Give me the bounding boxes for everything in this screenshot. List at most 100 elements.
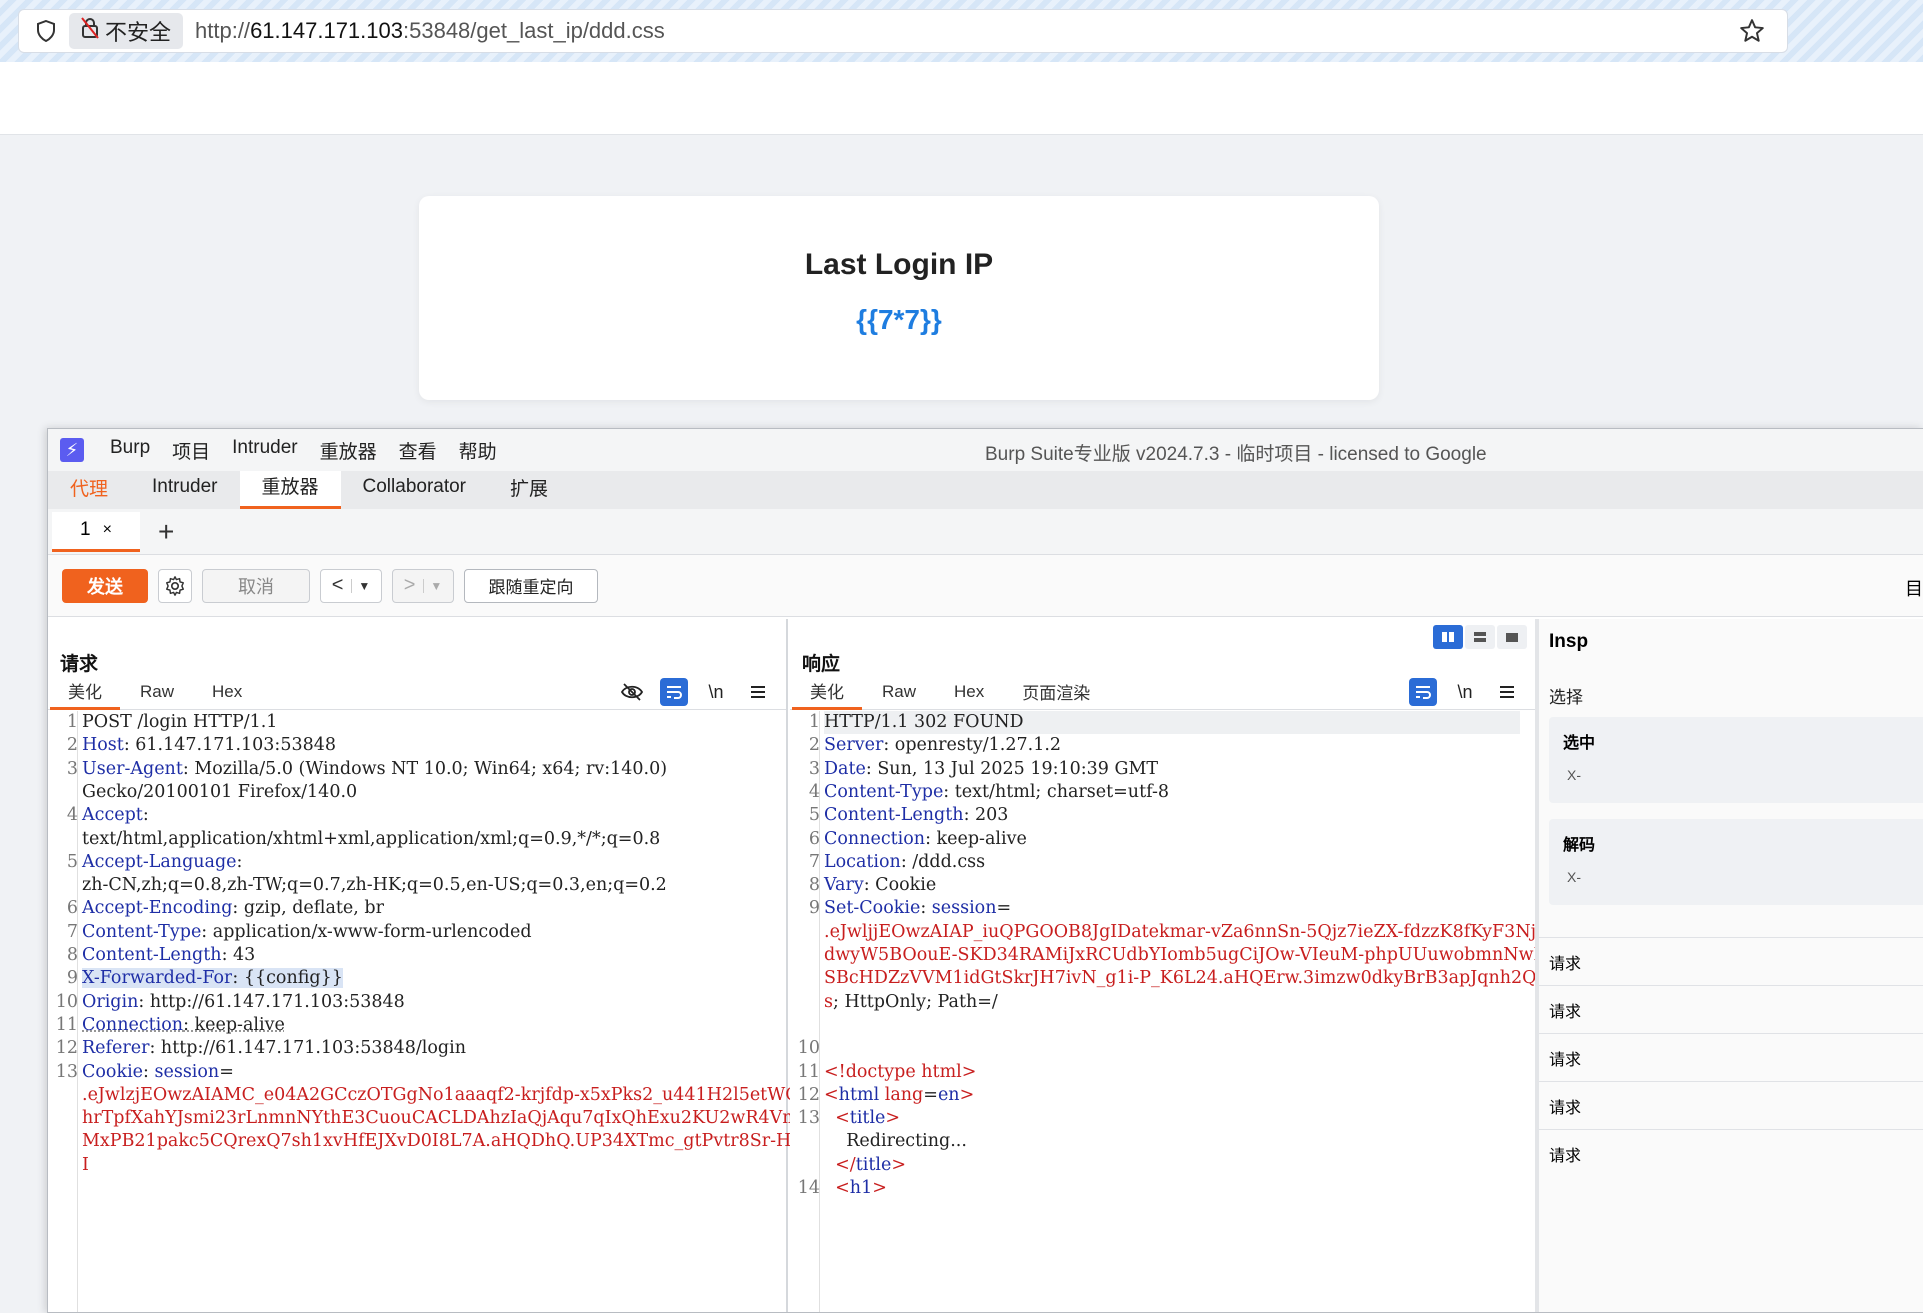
code-line[interactable]: User-Agent: Mozilla/5.0 (Windows NT 10.0… <box>82 758 667 781</box>
code-line[interactable]: Connection: keep-alive <box>824 828 1027 851</box>
tab-raw[interactable]: Raw <box>864 674 934 710</box>
code-line[interactable]: Gecko/20100101 Firefox/140.0 <box>82 781 357 804</box>
tab-hex[interactable]: Hex <box>194 674 260 710</box>
code-line[interactable]: s; HttpOnly; Path=/ <box>824 991 998 1014</box>
code-line[interactable]: Origin: http://61.147.171.103:53848 <box>82 991 405 1014</box>
menu-project[interactable]: 项目 <box>172 437 210 464</box>
newline-icon[interactable]: \n <box>702 678 730 706</box>
line-number: 13 <box>55 1061 78 1082</box>
code-line[interactable]: <h1> <box>824 1177 887 1200</box>
layout-tabbed-icon[interactable] <box>1497 625 1527 649</box>
tab-render[interactable]: 页面渲染 <box>1004 674 1108 710</box>
tab-repeater[interactable]: 重放器 <box>239 471 341 509</box>
code-token: html <box>838 1084 880 1105</box>
code-token: Content-Type <box>824 781 944 802</box>
code-line[interactable]: POST /login HTTP/1.1 <box>82 711 277 734</box>
code-line[interactable]: Set-Cookie: session= <box>824 897 1011 920</box>
wrap-lines-icon[interactable] <box>660 678 688 706</box>
newline-icon[interactable]: \n <box>1451 678 1479 706</box>
add-tab-icon[interactable]: + <box>158 516 174 548</box>
code-line[interactable]: HTTP/1.1 302 FOUND <box>824 711 1520 735</box>
close-icon[interactable]: × <box>103 521 112 539</box>
tab-proxy[interactable]: 代理 <box>48 471 130 509</box>
gear-icon[interactable] <box>158 568 192 603</box>
layout-split-icon[interactable] <box>1433 625 1463 649</box>
menu-icon[interactable] <box>744 678 772 706</box>
code-line[interactable]: Accept: <box>82 804 149 827</box>
menu-burp[interactable]: Burp <box>110 437 150 464</box>
code-line[interactable]: Referer: http://61.147.171.103:53848/log… <box>82 1037 466 1060</box>
main-tabs: 代理 Intruder 重放器 Collaborator 扩展 <box>48 471 1923 509</box>
code-line[interactable]: SBcHDZzVVM1idGtSkrJH7ivN_g1i-P_K6L24.aHQ… <box>824 967 1584 990</box>
code-line[interactable]: hrTpfXahYJsmi23rLnmnNYthE3CuouCACLDAhzIa… <box>82 1107 877 1130</box>
address-bar[interactable]: 不安全 http://61.147.171.103:53848/get_last… <box>18 9 1788 53</box>
code-line[interactable]: Content-Length: 203 <box>824 804 1008 827</box>
code-line[interactable]: dwyW5BOouE-SKD34RAMiJxRCUdbYIomb5ugCiJOw… <box>824 944 1654 967</box>
code-line[interactable]: <html lang=en> <box>824 1084 974 1107</box>
inspector-row[interactable]: 请求 <box>1539 937 1923 985</box>
code-line[interactable]: <title> <box>824 1107 900 1130</box>
tab-hex[interactable]: Hex <box>936 674 1002 710</box>
code-line[interactable]: Connection: keep-alive <box>82 1014 285 1037</box>
last-login-ip-value: {{7*7}} <box>856 304 942 335</box>
code-line[interactable]: MxPB21pakc5CQrexQ7sh1xvHfEJXvD0I8L7A.aHQ… <box>82 1130 853 1153</box>
menu-icon[interactable] <box>1493 678 1521 706</box>
selected-text-section[interactable]: 选中 X- <box>1549 717 1923 803</box>
code-line[interactable]: Accept-Language: <box>82 851 242 874</box>
code-line[interactable]: X-Forwarded-For: {{config}} <box>82 967 343 990</box>
url-text[interactable]: http://61.147.171.103:53848/get_last_ip/… <box>195 18 665 44</box>
hide-eye-icon[interactable] <box>618 678 646 706</box>
decoded-section[interactable]: 解码 X- <box>1549 819 1923 905</box>
tab-extensions[interactable]: 扩展 <box>488 471 570 509</box>
dropdown-arrow-icon[interactable]: ▼ <box>351 578 370 593</box>
forward-button[interactable]: > ▼ <box>392 568 454 603</box>
inspector-row[interactable]: 请求 <box>1539 1081 1923 1129</box>
code-line[interactable]: Redirecting... <box>824 1130 967 1153</box>
code-token: X-Forwarded-For <box>82 968 233 989</box>
follow-redirect-button[interactable]: 跟随重定向 <box>464 568 598 603</box>
tab-pretty[interactable]: 美化 <box>50 674 120 710</box>
shield-icon[interactable] <box>29 9 63 53</box>
code-line[interactable]: Vary: Cookie <box>824 874 936 897</box>
code-line[interactable]: Cookie: session= <box>82 1061 234 1084</box>
inspector-row[interactable]: 请求 <box>1539 1129 1923 1177</box>
code-line[interactable]: zh-CN,zh;q=0.8,zh-TW;q=0.7,zh-HK;q=0.5,e… <box>82 874 667 897</box>
code-line[interactable]: Content-Type: text/html; charset=utf-8 <box>824 781 1169 804</box>
layout-stacked-icon[interactable] <box>1465 625 1495 649</box>
code-line[interactable]: Host: 61.147.171.103:53848 <box>82 734 336 757</box>
back-button[interactable]: < ▼ <box>320 568 382 603</box>
wrap-lines-icon[interactable] <box>1409 678 1437 706</box>
repeater-subtabs: 1 × + <box>48 509 1923 555</box>
code-line[interactable]: Content-Length: 43 <box>82 944 255 967</box>
code-token: Content-Length <box>824 805 964 826</box>
menu-repeater[interactable]: 重放器 <box>320 437 377 464</box>
security-chip[interactable]: 不安全 <box>69 13 184 49</box>
bookmark-star-icon[interactable] <box>1739 18 1767 46</box>
code-line[interactable]: Location: /ddd.css <box>824 851 985 874</box>
cancel-button[interactable]: 取消 <box>202 568 310 603</box>
tab-raw[interactable]: Raw <box>122 674 192 710</box>
tab-pretty[interactable]: 美化 <box>792 674 862 710</box>
code-line[interactable]: .eJwljjEOwzAIAP_iuQPGOOB8JgIDatekmar-vZa… <box>824 921 1547 944</box>
code-token: > <box>891 1154 906 1175</box>
code-line[interactable]: <!doctype html> <box>824 1061 976 1084</box>
code-line[interactable]: </title> <box>824 1154 906 1177</box>
line-number: 1 <box>808 712 820 732</box>
code-line[interactable]: Accept-Encoding: gzip, deflate, br <box>82 897 384 920</box>
dropdown-arrow-icon[interactable]: ▼ <box>423 578 442 593</box>
code-line[interactable]: .eJwlzjEOwzAIAMC_e04A2GCczOTGgNo1aaaqf2-… <box>82 1084 826 1107</box>
menu-help[interactable]: 帮助 <box>459 437 497 464</box>
code-line[interactable]: text/html,application/xhtml+xml,applicat… <box>82 828 660 851</box>
inspector-row[interactable]: 请求 <box>1539 985 1923 1033</box>
repeater-tab-1[interactable]: 1 × <box>52 511 140 552</box>
send-button[interactable]: 发送 <box>62 568 148 603</box>
inspector-row[interactable]: 请求 <box>1539 1033 1923 1081</box>
menu-view[interactable]: 查看 <box>399 437 437 464</box>
code-line[interactable]: Date: Sun, 13 Jul 2025 19:10:39 GMT <box>824 758 1158 781</box>
tab-intruder[interactable]: Intruder <box>130 471 239 509</box>
code-line[interactable]: Server: openresty/1.27.1.2 <box>824 734 1061 757</box>
code-line[interactable]: Content-Type: application/x-www-form-url… <box>82 921 532 944</box>
code-line[interactable]: I <box>82 1154 89 1177</box>
menu-intruder[interactable]: Intruder <box>232 437 297 464</box>
tab-collaborator[interactable]: Collaborator <box>341 471 489 509</box>
